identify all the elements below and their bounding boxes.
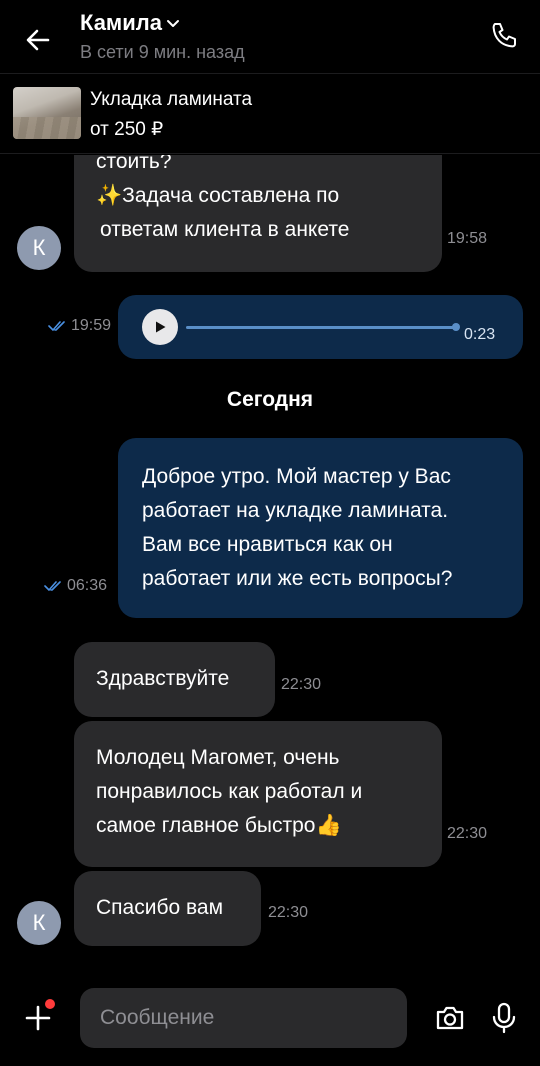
play-icon bbox=[156, 321, 166, 333]
date-separator: Сегодня bbox=[226, 388, 314, 411]
message-line: стоить? bbox=[96, 155, 172, 173]
avatar[interactable]: К bbox=[17, 226, 61, 270]
message-input[interactable] bbox=[80, 988, 407, 1048]
message-bubble-incoming[interactable]: Спасибо вам bbox=[74, 871, 261, 946]
message-time: 06:36 bbox=[44, 577, 107, 595]
back-arrow-icon bbox=[26, 29, 50, 51]
message-list[interactable]: стоить? ✨Задача составлена по ответам кл… bbox=[0, 155, 540, 980]
phone-icon bbox=[492, 23, 516, 48]
contact-name-text: Камила bbox=[80, 10, 162, 35]
chat-header: Камила В сети 9 мин. назад bbox=[0, 0, 540, 74]
message-time: 19:58 bbox=[447, 230, 488, 247]
message-line: ответам клиента в анкете bbox=[100, 218, 350, 241]
double-check-icon bbox=[44, 581, 61, 591]
play-button[interactable] bbox=[142, 309, 178, 345]
voice-progress-bar[interactable] bbox=[186, 326, 456, 329]
listing-thumbnail bbox=[13, 87, 81, 139]
message-time: 22:30 bbox=[447, 825, 488, 842]
message-line: Вам все нравиться как он bbox=[142, 533, 393, 556]
message-time: 19:59 bbox=[48, 317, 111, 335]
message-bubble-incoming[interactable]: стоить? ✨Задача составлена по ответам кл… bbox=[74, 155, 442, 272]
back-button[interactable] bbox=[20, 22, 56, 58]
attach-button[interactable] bbox=[18, 998, 58, 1038]
listing-banner[interactable]: Укладка ламината от 250 ₽ bbox=[0, 74, 540, 154]
call-button[interactable] bbox=[486, 18, 522, 54]
contact-name[interactable]: Камила bbox=[80, 10, 180, 36]
contact-status: В сети 9 мин. назад bbox=[80, 42, 245, 62]
message-bubble-outgoing[interactable]: Доброе утро. Мой мастер у Вас работает н… bbox=[118, 438, 523, 618]
chevron-down-icon bbox=[166, 20, 179, 27]
listing-title: Укладка ламината bbox=[90, 89, 253, 110]
message-time: 22:30 bbox=[268, 904, 309, 921]
message-line: Доброе утро. Мой мастер у Вас bbox=[142, 465, 451, 488]
voice-progress-handle[interactable] bbox=[452, 323, 460, 331]
voice-duration: 0:23 bbox=[464, 326, 496, 343]
notification-dot bbox=[45, 999, 55, 1009]
message-bubble-incoming[interactable]: Здравствуйте bbox=[74, 642, 275, 717]
message-bubble-incoming[interactable]: Молодец Магомет, очень понравилось как р… bbox=[74, 721, 442, 867]
message-line: работает на укладке ламината. bbox=[142, 499, 449, 522]
listing-price: от 250 ₽ bbox=[90, 119, 164, 140]
message-line: Молодец Магомет, очень bbox=[96, 746, 340, 769]
camera-icon bbox=[436, 1006, 464, 1030]
avatar[interactable]: К bbox=[17, 901, 61, 945]
message-line: ✨Задача составлена по bbox=[96, 184, 340, 207]
message-composer bbox=[0, 980, 540, 1066]
voice-message-bubble[interactable]: 0:23 bbox=[118, 295, 523, 359]
message-line: Спасибо вам bbox=[96, 896, 224, 919]
microphone-button[interactable] bbox=[484, 998, 524, 1038]
message-line: Здравствуйте bbox=[96, 667, 230, 690]
double-check-icon bbox=[48, 321, 65, 331]
camera-button[interactable] bbox=[430, 998, 470, 1038]
microphone-icon bbox=[492, 1002, 516, 1034]
message-line: работает или же есть вопросы? bbox=[142, 567, 453, 590]
message-time: 22:30 bbox=[281, 676, 322, 693]
message-line: самое главное быстро👍 bbox=[96, 814, 342, 837]
message-line: понравилось как работал и bbox=[96, 780, 363, 803]
